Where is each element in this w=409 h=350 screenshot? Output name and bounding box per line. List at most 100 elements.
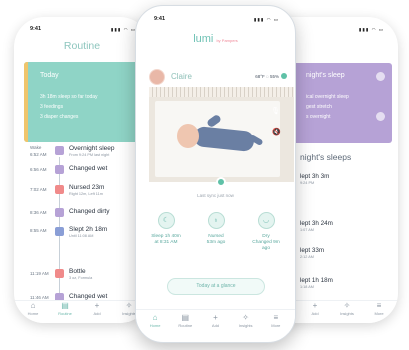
room-temperature: 68°F: [255, 74, 265, 79]
tab-routine[interactable]: ▤ Routine: [172, 313, 198, 328]
card-line: 3 feedings: [40, 104, 64, 110]
tab-add[interactable]: + Add: [302, 301, 328, 316]
sleep-duration: lept 1h 18m: [300, 277, 333, 284]
bottle-icon: [55, 185, 64, 194]
tab-more[interactable]: ≡ More: [263, 313, 289, 328]
sound-off-icon[interactable]: 🔇: [272, 128, 281, 136]
timeline-time: Wake: [30, 145, 42, 150]
sleep-time: 9:24 PM: [300, 181, 315, 185]
stat-line: at 8:31 AM: [154, 240, 178, 245]
bottle-icon: ♁: [207, 212, 225, 229]
microphone-icon[interactable]: 🎙: [271, 107, 280, 115]
tab-more[interactable]: ≡ More: [366, 301, 392, 316]
more-icon: ≡: [376, 301, 382, 310]
tab-add[interactable]: + Add: [202, 313, 228, 328]
timeline-label: Nursed 23m: [69, 184, 105, 191]
routine-icon: ▤: [61, 301, 69, 310]
tab-insights[interactable]: ✧ Insights: [233, 313, 259, 328]
tab-label: Routine: [58, 311, 72, 316]
camera-toggle-icon[interactable]: [216, 177, 226, 187]
home-icon: ⌂: [152, 313, 158, 322]
sleep-stat[interactable]: ☾ Sleep 1h 40m at 8:31 AM: [144, 212, 188, 246]
card-line: 3h 18m sleep so far today: [40, 94, 98, 100]
today-summary-card[interactable]: Today 3h 18m sleep so far today 3 feedin…: [24, 62, 145, 142]
timeline-label: Bottle: [69, 268, 86, 275]
tab-bar: ⌂ Home ▤ Routine + Add ✧ Insights ≡ More: [136, 309, 295, 333]
tab-label: Add: [211, 323, 220, 328]
logo-text: lumi: [193, 33, 214, 45]
status-time: 9:41: [154, 16, 166, 22]
avatar[interactable]: [149, 69, 165, 85]
routine-phone: 9:41 ▮▮▮ ◠ ▭ Routine Today 3h 18m sleep …: [14, 17, 150, 323]
room-humidity: 55%: [269, 74, 279, 79]
card-title: Today: [40, 72, 59, 79]
timeline-time: 6:52 AM: [30, 152, 47, 157]
add-icon: +: [94, 301, 100, 310]
moon-icon: ☾: [157, 212, 175, 229]
signal-icon: ▮▮▮ ◠ ▭: [253, 17, 279, 22]
signal-icon: ▮▮▮ ◠ ▭: [110, 27, 136, 32]
more-icon: ≡: [273, 313, 279, 322]
moon-icon: [376, 72, 385, 81]
bottle-icon: [55, 269, 64, 278]
camera-feed[interactable]: 🎙 🔇: [149, 87, 294, 182]
timeline-time: 7:02 AM: [30, 187, 47, 192]
tab-label: Add: [311, 311, 319, 316]
app-logo: lumi by Pampers: [136, 33, 295, 45]
timeline-label: Changed wet: [69, 165, 108, 172]
sleep-time: 1:07 AM: [300, 228, 314, 232]
feeding-stat[interactable]: ♁ Nursed 53m ago: [194, 212, 238, 246]
signal-icon: ▮▮▮ ◠ ▭: [358, 27, 384, 32]
insights-icon: ✧: [242, 313, 249, 322]
card-accent: [24, 62, 28, 142]
timeline-label: Changed wet: [69, 293, 108, 300]
tab-label: Insights: [238, 323, 253, 328]
routine-icon: ▤: [181, 313, 190, 322]
tab-add[interactable]: + Add: [84, 301, 110, 316]
tab-label: Insights: [340, 311, 354, 316]
diaper-icon: [55, 208, 64, 217]
humidity-icon: ◌: [266, 74, 269, 79]
tab-home[interactable]: ⌂ Home: [142, 313, 168, 328]
stat-line: ago: [261, 246, 270, 251]
tab-routine[interactable]: ▤ Routine: [52, 301, 78, 316]
card-line: ical overnight sleep: [306, 94, 349, 100]
page-title: Routine: [63, 40, 101, 52]
moon-icon: [55, 227, 64, 236]
add-icon: +: [312, 301, 318, 310]
trend-icon: [376, 112, 385, 121]
tab-label: More: [271, 323, 281, 328]
diaper-stat[interactable]: ◡ Dry Changed 9m ago: [244, 212, 288, 252]
baby-head: [177, 124, 199, 148]
moon-icon: [55, 146, 64, 155]
child-name: Claire: [171, 72, 192, 81]
timeline-time: 6:56 AM: [30, 167, 47, 172]
sleep-duration: lept 3h 3m: [300, 173, 330, 180]
section-title: night's sleeps: [300, 152, 352, 162]
tab-label: Home: [149, 323, 161, 328]
sleep-duration: lept 33m: [300, 247, 325, 254]
timeline-time: 8:36 AM: [30, 210, 47, 215]
add-icon: +: [213, 313, 218, 322]
timeline-sub: From 9:24 PM last night: [69, 153, 110, 157]
diaper-icon: [55, 165, 64, 174]
timeline-label: Changed dirty: [69, 208, 110, 215]
timeline-label: Overnight sleep: [69, 145, 115, 152]
crib-rail: [149, 87, 294, 97]
card-line: gest stretch: [306, 104, 332, 110]
tab-label: Routine: [178, 323, 193, 328]
card-line: s overnight: [306, 114, 331, 120]
tab-bar: ⌂ Home ▤ Routine + Add ✧ Insights: [14, 300, 150, 323]
logo-subtext: by Pampers: [216, 38, 238, 43]
tab-home[interactable]: ⌂ Home: [20, 301, 46, 316]
today-at-a-glance-button[interactable]: Today at a glance: [167, 278, 265, 295]
stat-line: 53m ago: [206, 240, 226, 245]
tab-insights[interactable]: ✧ Insights: [334, 301, 360, 316]
timeline-sub: Until 11:08 AM: [69, 234, 94, 238]
sleep-duration: lept 3h 24m: [300, 220, 333, 227]
room-conditions: 68°F ◌ 55%: [255, 74, 279, 79]
tab-label: More: [374, 311, 384, 316]
timeline-sub: Right 12m, Left 11m: [69, 192, 103, 196]
camera-status-icon[interactable]: [281, 73, 287, 79]
status-time: 9:41: [30, 26, 42, 32]
